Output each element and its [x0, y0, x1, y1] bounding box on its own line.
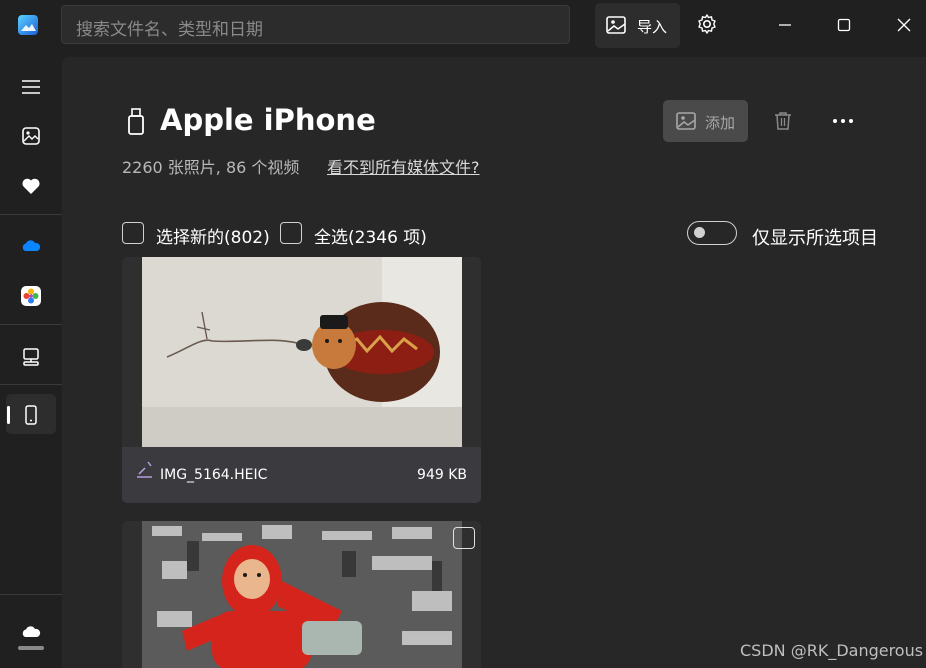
- import-icon: [606, 16, 626, 34]
- photo-thumbnail: [142, 257, 462, 447]
- favorites-heart-icon: [22, 178, 40, 194]
- toggle-knob: [694, 227, 705, 238]
- search-placeholder: 搜索文件名、类型和日期: [76, 20, 263, 40]
- nav-favorites[interactable]: [0, 165, 62, 205]
- nav-onedrive[interactable]: [0, 225, 62, 265]
- active-indicator: [7, 406, 10, 424]
- usb-device-icon: [128, 108, 144, 135]
- nav-menu-button[interactable]: [0, 66, 62, 106]
- sidebar: [0, 52, 62, 668]
- show-selected-toggle[interactable]: [687, 221, 737, 245]
- menu-icon: [22, 80, 40, 94]
- cloud-icon: [22, 626, 41, 637]
- storage-bar: [18, 646, 44, 650]
- gallery-icon: [22, 127, 40, 145]
- file-size: 949 KB: [417, 467, 467, 483]
- sidebar-divider: [0, 384, 62, 385]
- media-card[interactable]: IMG_5164.HEIC 949 KB: [122, 257, 481, 503]
- onedrive-cloud-icon: [22, 240, 41, 251]
- nav-icloud-photos[interactable]: [0, 275, 62, 315]
- more-options-icon[interactable]: [830, 112, 856, 130]
- page-title: Apple iPhone: [160, 103, 376, 137]
- missing-media-link[interactable]: 看不到所有媒体文件?: [327, 154, 480, 178]
- card-footer: IMG_5164.HEIC 949 KB: [122, 447, 481, 503]
- phone-icon: [25, 405, 37, 425]
- sidebar-divider: [0, 324, 62, 325]
- minimize-icon[interactable]: [776, 16, 794, 34]
- media-count: 2260 张照片, 86 个视频: [122, 158, 300, 177]
- photos-app-icon: [18, 15, 38, 35]
- card-select-checkbox[interactable]: [453, 527, 475, 549]
- sidebar-divider: [0, 214, 62, 215]
- figurine-photo-image: [142, 257, 462, 447]
- select-all-label: 全选(2346 项): [314, 228, 427, 248]
- show-selected-label: 仅显示所选项目: [752, 228, 878, 249]
- close-icon[interactable]: [895, 16, 913, 34]
- nav-gallery[interactable]: [0, 115, 62, 155]
- add-photo-icon: [676, 112, 696, 130]
- this-pc-icon: [23, 348, 39, 366]
- nav-iphone[interactable]: [6, 394, 56, 434]
- title-bar: 搜索文件名、类型和日期 导入: [0, 0, 926, 52]
- import-label: 导入: [637, 18, 668, 36]
- add-label: 添加: [705, 114, 736, 132]
- sidebar-divider: [0, 594, 62, 595]
- photos-flower-icon: [21, 286, 41, 306]
- maximize-icon[interactable]: [835, 16, 853, 34]
- search-box[interactable]: 搜索文件名、类型和日期: [61, 5, 570, 44]
- select-new-checkbox[interactable]: [122, 222, 144, 244]
- file-name: IMG_5164.HEIC: [160, 467, 268, 483]
- settings-gear-icon[interactable]: [696, 13, 718, 35]
- nav-cloud-status[interactable]: [0, 612, 62, 652]
- import-button[interactable]: 导入: [595, 3, 680, 48]
- media-card[interactable]: [122, 521, 481, 668]
- watermark: CSDN @RK_Dangerous: [740, 641, 924, 660]
- delete-trash-icon[interactable]: [772, 110, 794, 132]
- teletubby-photo-image: [142, 521, 462, 668]
- nav-this-pc[interactable]: [0, 336, 62, 376]
- live-photo-icon: [137, 461, 152, 478]
- select-all-checkbox[interactable]: [280, 222, 302, 244]
- select-new-label: 选择新的(802): [156, 228, 270, 248]
- photo-thumbnail: [142, 521, 462, 668]
- add-button[interactable]: 添加: [663, 100, 748, 142]
